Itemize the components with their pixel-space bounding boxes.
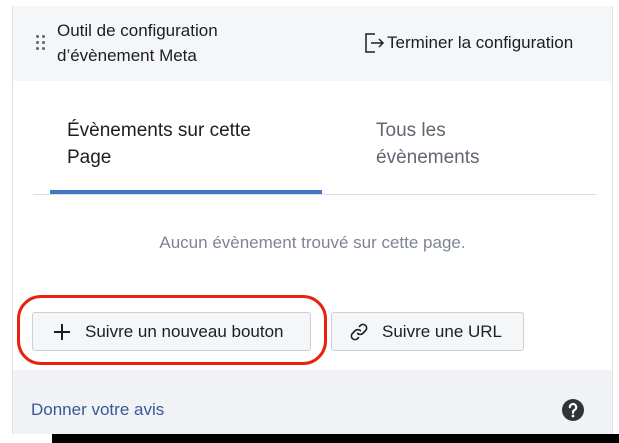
plus-icon xyxy=(54,323,70,340)
panel-footer: Donner votre avis xyxy=(13,370,612,434)
finish-setup-label: Terminer la configuration xyxy=(387,33,574,52)
track-url-button-label: Suivre une URL xyxy=(382,321,503,341)
event-setup-panel: Outil de configuration d’évènement Meta … xyxy=(12,6,613,434)
panel-title: Outil de configuration d’évènement Meta xyxy=(57,21,218,65)
link-icon xyxy=(350,323,368,340)
tab-all-events[interactable]: Tous les évènements xyxy=(376,117,536,171)
tabs-divider xyxy=(33,194,596,195)
feedback-link[interactable]: Donner votre avis xyxy=(31,400,164,420)
tab-bar: Évènements sur cette Page Tous les évène… xyxy=(33,81,596,195)
page: Outil de configuration d’évènement Meta … xyxy=(0,0,619,443)
empty-state-message: Aucun évènement trouvé sur cette page. xyxy=(159,233,466,252)
help-icon[interactable] xyxy=(561,398,585,422)
drag-handle-icon[interactable] xyxy=(35,35,47,53)
track-new-button-label: Suivre un nouveau bouton xyxy=(85,321,284,341)
track-new-button[interactable]: Suivre un nouveau bouton xyxy=(32,312,311,351)
tab-page-events[interactable]: Évènements sur cette Page xyxy=(67,117,297,171)
finish-setup-button[interactable]: Terminer la configuration xyxy=(363,30,573,56)
panel-header: Outil de configuration d’évènement Meta … xyxy=(13,6,612,81)
exit-icon xyxy=(365,33,385,53)
track-url-button[interactable]: Suivre une URL xyxy=(331,312,524,351)
background-strip xyxy=(52,434,619,443)
